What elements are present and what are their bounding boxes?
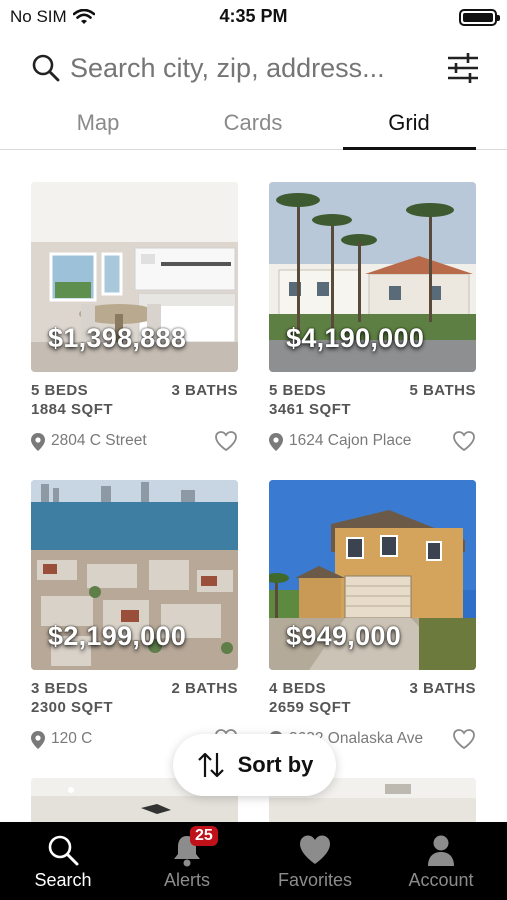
nav-alerts[interactable]: 25 Alerts	[124, 822, 250, 900]
listing-photo-kitchen[interactable]: $1,398,888	[31, 182, 238, 372]
location-pin-icon	[269, 433, 283, 451]
listing-specs: 5 BEDS 3 BATHS 1884 SQFT	[31, 382, 238, 422]
tab-map[interactable]: Map	[36, 110, 160, 136]
listing-beds: 5 BEDS	[31, 382, 89, 399]
heart-icon	[300, 835, 330, 864]
person-icon	[428, 835, 454, 866]
listing-address: 2804 C Street	[51, 432, 147, 449]
listing-beds: 4 BEDS	[269, 680, 327, 697]
listing-baths: 2 BATHS	[171, 680, 238, 697]
listing-price: $949,000	[286, 621, 402, 651]
listing-specs: 5 BEDS 5 BATHS 3461 SQFT	[269, 382, 476, 422]
listing-sqft: 2300 SQFT	[31, 699, 114, 716]
nav-account-label: Account	[408, 870, 474, 890]
listing-specs: 4 BEDS 3 BATHS 2659 SQFT	[269, 680, 476, 720]
clock: 4:35 PM	[219, 6, 288, 26]
sort-arrows-icon	[197, 752, 224, 778]
bottom-nav: Search 25 Alerts Favorites Account	[0, 822, 507, 900]
listing-card[interactable]: $949,000 4 BEDS 3 BATHS 2659 SQFT 3632 O…	[269, 480, 476, 754]
search-bar	[30, 44, 480, 92]
listing-photo-two-story[interactable]: $949,000	[269, 480, 476, 670]
listing-sqft: 3461 SQFT	[269, 401, 352, 418]
listing-specs: 3 BEDS 2 BATHS 2300 SQFT	[31, 680, 238, 720]
listing-price: $2,199,000	[48, 621, 187, 651]
listing-address: 1624 Cajon Place	[289, 432, 412, 449]
listing-card[interactable]: $2,199,000 3 BEDS 2 BATHS 2300 SQFT 120 …	[31, 480, 238, 754]
listing-beds: 3 BEDS	[31, 680, 89, 697]
tab-grid[interactable]: Grid	[347, 110, 471, 136]
listing-photo-aerial[interactable]: $2,199,000	[31, 480, 238, 670]
search-icon	[32, 54, 60, 82]
nav-favorites-label: Favorites	[277, 870, 353, 890]
listing-price: $1,398,888	[48, 323, 187, 353]
favorite-heart-icon[interactable]	[452, 430, 476, 452]
listing-baths: 3 BATHS	[171, 382, 238, 399]
listing-baths: 3 BATHS	[409, 680, 476, 697]
favorite-heart-icon[interactable]	[452, 728, 476, 750]
listing-address: 120 C	[51, 730, 93, 747]
status-bar: No SIM 4:35 PM	[0, 0, 507, 34]
battery-icon	[459, 9, 500, 26]
listing-address-row: 1624 Cajon Place	[269, 428, 476, 456]
listing-photo-palms[interactable]: $4,190,000	[269, 182, 476, 372]
listing-beds: 5 BEDS	[269, 382, 327, 399]
listing-sqft: 2659 SQFT	[269, 699, 352, 716]
favorite-heart-icon[interactable]	[214, 430, 238, 452]
search-icon	[48, 835, 79, 866]
tab-cards[interactable]: Cards	[191, 110, 315, 136]
nav-account[interactable]: Account	[378, 822, 504, 900]
active-tab-indicator	[343, 147, 476, 150]
alerts-badge: 25	[190, 826, 218, 846]
location-pin-icon	[31, 731, 45, 749]
listing-address-row: 2804 C Street	[31, 428, 238, 456]
sort-label: Sort by	[237, 752, 314, 777]
sort-button[interactable]: Sort by	[173, 734, 336, 796]
nav-favorites[interactable]: Favorites	[252, 822, 378, 900]
listing-card[interactable]: $4,190,000 5 BEDS 5 BATHS 3461 SQFT 1624…	[269, 182, 476, 456]
filter-sliders-icon[interactable]	[446, 51, 480, 85]
listing-card[interactable]: $1,398,888 5 BEDS 3 BATHS 1884 SQFT 2804…	[31, 182, 238, 456]
view-tabs: Map Cards Grid	[0, 104, 507, 150]
search-input[interactable]	[70, 52, 440, 84]
nav-search[interactable]: Search	[0, 822, 126, 900]
listing-sqft: 1884 SQFT	[31, 401, 114, 418]
location-pin-icon	[31, 433, 45, 451]
listing-baths: 5 BATHS	[409, 382, 476, 399]
nav-alerts-label: Alerts	[163, 870, 210, 890]
nav-search-label: Search	[34, 870, 92, 890]
listing-price: $4,190,000	[286, 323, 425, 353]
